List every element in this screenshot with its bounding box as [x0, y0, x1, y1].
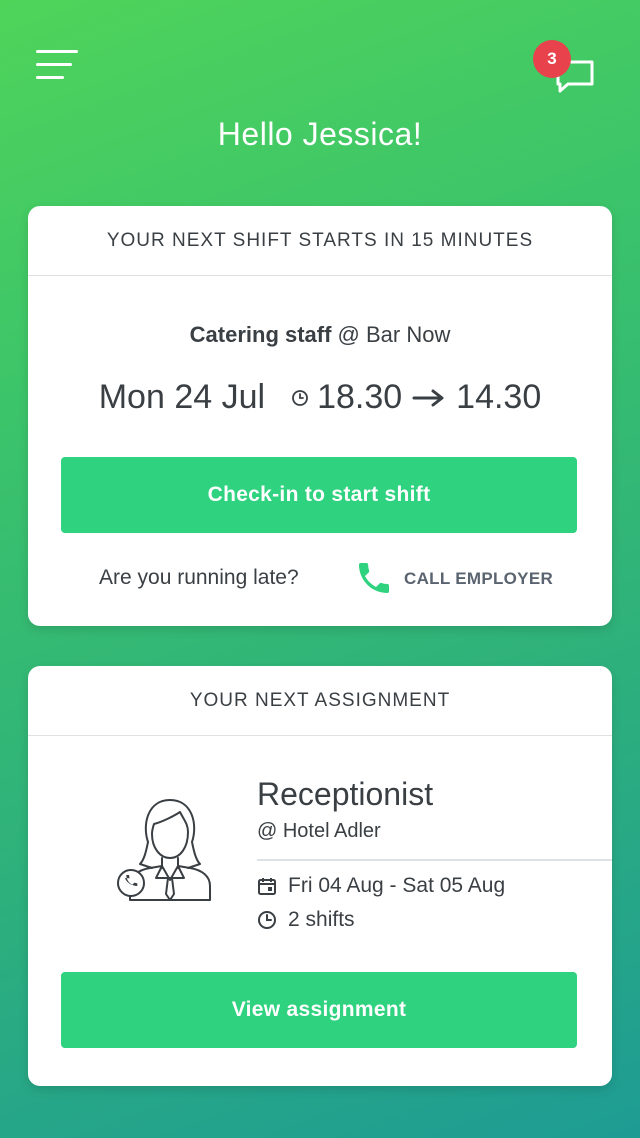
assignment-title: Receptionist [257, 776, 434, 812]
arrow-right-icon [412, 388, 446, 408]
assignment-dates: Fri 04 Aug - Sat 05 Aug [288, 874, 506, 897]
calendar-icon [257, 876, 277, 896]
clock-icon [257, 910, 277, 930]
greeting-title: Hello Jessica! [217, 116, 423, 152]
running-late-prompt: Are you running late? [99, 566, 299, 589]
call-employer-link[interactable]: CALL EMPLOYER [404, 569, 553, 589]
shift-time-line: Mon 24 Jul 18.30 14.30 [28, 378, 612, 417]
hamburger-menu-icon[interactable] [36, 50, 80, 82]
running-late-row: Are you running late? CALL EMPLOYER [28, 558, 612, 598]
top-bar: 3 [0, 0, 640, 110]
shift-role: Catering staff [189, 322, 332, 347]
next-shift-heading: YOUR NEXT SHIFT STARTS IN 15 MINUTES [28, 206, 612, 276]
next-shift-card: YOUR NEXT SHIFT STARTS IN 15 MINUTES Cat… [28, 206, 612, 626]
assignment-shifts-row: 2 shifts [257, 908, 355, 932]
phone-icon[interactable] [354, 558, 394, 598]
view-assignment-button[interactable]: View assignment [61, 972, 577, 1048]
assignment-divider [257, 859, 612, 861]
shift-role-line: Catering staff @ Bar Now [28, 322, 612, 348]
assignment-place: @ Hotel Adler [257, 820, 381, 842]
checkin-button[interactable]: Check-in to start shift [61, 457, 577, 533]
shift-start-time: 18.30 [317, 378, 403, 416]
clock-icon [291, 389, 309, 407]
shift-date: Mon 24 Jul [98, 378, 266, 416]
shift-place: @ Bar Now [331, 322, 451, 347]
next-assignment-card: YOUR NEXT ASSIGNMENT Receptionist @ Hote… [28, 666, 612, 1086]
next-assignment-heading: YOUR NEXT ASSIGNMENT [28, 666, 612, 736]
assignment-dates-row: Fri 04 Aug - Sat 05 Aug [257, 874, 505, 898]
notification-badge: 3 [533, 40, 571, 78]
assignment-shifts: 2 shifts [288, 908, 355, 931]
shift-end-time: 14.30 [456, 378, 542, 416]
receptionist-avatar-icon [90, 794, 220, 904]
